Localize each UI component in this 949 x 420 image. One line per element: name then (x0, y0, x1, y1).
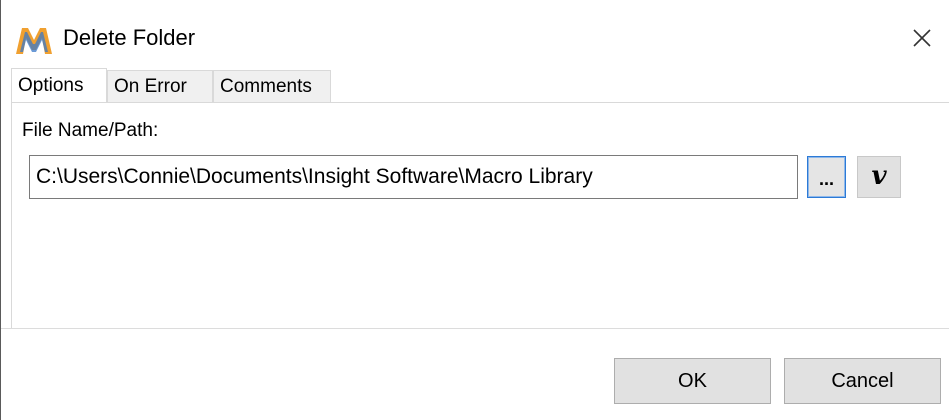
macro-m-icon (14, 24, 54, 56)
file-path-label: File Name/Path: (22, 120, 159, 141)
ok-button[interactable]: OK (614, 358, 771, 404)
delete-folder-dialog: Delete Folder Options On Error Comments … (0, 0, 949, 420)
cancel-button[interactable]: Cancel (784, 358, 941, 404)
insert-variable-button[interactable]: v (857, 156, 901, 198)
tab-strip: Options On Error Comments (11, 68, 949, 102)
close-icon[interactable] (907, 23, 937, 53)
window-title: Delete Folder (63, 25, 196, 50)
title-bar: Delete Folder (1, 0, 949, 72)
file-path-input[interactable] (29, 155, 798, 199)
tab-options[interactable]: Options (11, 68, 107, 102)
tab-comments[interactable]: Comments (213, 70, 331, 102)
browse-button[interactable]: ... (807, 156, 846, 198)
tab-on-error[interactable]: On Error (107, 70, 213, 102)
